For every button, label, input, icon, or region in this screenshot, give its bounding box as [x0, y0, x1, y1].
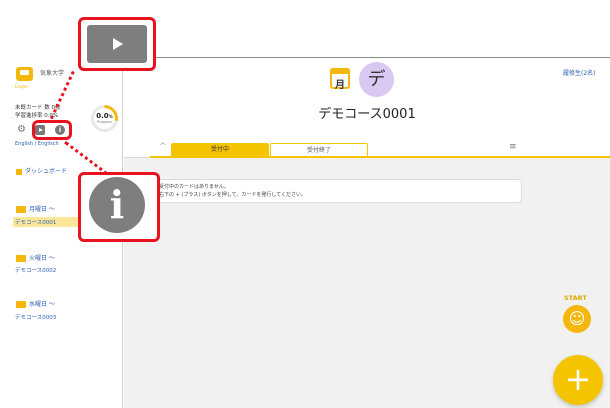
- day-group-wednesday[interactable]: 水曜日 〜: [16, 299, 55, 308]
- notice-line-1: 受付中のカードはありません。: [159, 184, 229, 190]
- course-avatar: デ: [359, 62, 394, 97]
- add-card-button[interactable]: +: [553, 355, 603, 405]
- day-group-monday[interactable]: 月曜日 〜: [16, 204, 55, 213]
- sidebar-course-0002[interactable]: デモコース0002: [13, 265, 58, 275]
- day-label: 水曜日 〜: [29, 301, 55, 308]
- dashboard-label: ダッシュボード: [25, 168, 68, 175]
- sidebar-course-0003[interactable]: デモコース0003: [13, 312, 58, 322]
- gear-icon[interactable]: ⚙: [17, 125, 27, 135]
- callout-small-frame: [32, 120, 72, 140]
- dashboard-icon: [16, 168, 22, 175]
- day-badge: 月: [335, 80, 345, 91]
- folder-icon: [16, 206, 26, 213]
- folder-icon: [16, 255, 26, 262]
- folder-icon: [16, 301, 26, 308]
- callout-info-frame: [78, 172, 160, 242]
- empty-notice: 受付中のカードはありません。 右下の + (プラス) ボタンを押して、カードを発…: [150, 179, 522, 203]
- start-button[interactable]: ☺: [563, 305, 591, 333]
- sidebar-item-dashboard[interactable]: ダッシュボード: [16, 166, 67, 175]
- logo-icon[interactable]: [16, 67, 33, 81]
- day-label: 火曜日 〜: [29, 255, 55, 262]
- menu-icon[interactable]: ≡: [509, 142, 517, 152]
- tab-closed[interactable]: 受付終了: [270, 143, 368, 157]
- user-name-link[interactable]: 履修生(2名): [563, 68, 596, 77]
- language-select[interactable]: English / Englisch: [15, 141, 59, 147]
- day-label: 月曜日 〜: [29, 206, 55, 213]
- app-name: 気象大学: [40, 70, 65, 77]
- tab-underline: [150, 156, 610, 158]
- callout-video-frame: [78, 17, 156, 71]
- start-label: START: [564, 294, 587, 302]
- tab-open[interactable]: 受付中: [171, 143, 269, 157]
- notice-line-2: 右下の + (プラス) ボタンを押して、カードを発行してください。: [159, 192, 307, 198]
- chevron-up-icon[interactable]: ^: [159, 142, 167, 152]
- day-group-tuesday[interactable]: 火曜日 〜: [16, 253, 55, 262]
- calendar-icon: 月: [330, 68, 350, 91]
- page-title: デモコース0001: [318, 107, 416, 122]
- logo-sub: Englen: [15, 84, 29, 89]
